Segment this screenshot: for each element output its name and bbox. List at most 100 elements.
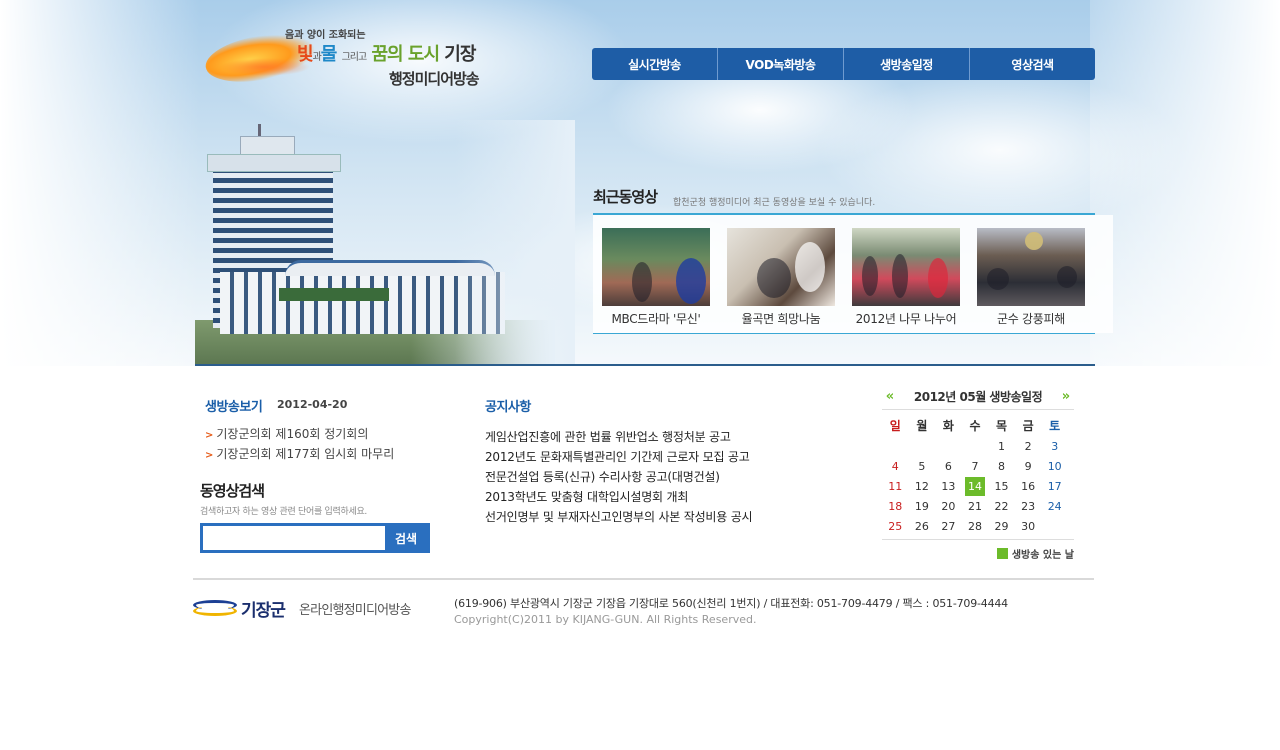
calendar-day[interactable]: 25: [882, 516, 909, 536]
top-navigation: 실시간방송 VOD녹화방송 생방송일정 영상검색: [592, 48, 1095, 80]
nav-vod-broadcast[interactable]: VOD녹화방송: [718, 48, 844, 80]
logo-subtitle: 행정미디어방송: [389, 70, 480, 88]
divider: [593, 333, 1095, 334]
calendar-day[interactable]: 4: [882, 456, 909, 476]
nav-live-schedule[interactable]: 생방송일정: [844, 48, 970, 80]
footer-logo: 기장군 온라인행정미디어방송: [193, 596, 433, 622]
calendar-day[interactable]: 2: [1015, 436, 1042, 456]
calendar-day[interactable]: 24: [1041, 496, 1068, 516]
calendar-day[interactable]: 5: [909, 456, 936, 476]
video-caption[interactable]: MBC드라마 '무신': [602, 310, 710, 327]
thumbnail-figure: [987, 268, 1009, 290]
emblem-stroke: [193, 606, 237, 616]
calendar-day[interactable]: 30: [1015, 516, 1042, 536]
calendar-day[interactable]: 7: [962, 456, 989, 476]
thumbnail-figure: [1057, 266, 1077, 288]
notice-section: 공지사항 게임산업진흥에 관한 법률 위반업소 행정처분 공고 2012년도 문…: [485, 396, 845, 527]
weekday-label: 수: [969, 418, 981, 433]
calendar-week-row: 123: [882, 436, 1068, 456]
weekday-label: 화: [942, 418, 954, 433]
logo-title-part: 과: [312, 52, 322, 63]
footer-logo-subtitle: 온라인행정미디어방송: [299, 603, 411, 618]
calendar-day[interactable]: 23: [1015, 496, 1042, 516]
video-thumbnail[interactable]: MBC드라마 '무신': [602, 228, 710, 327]
calendar-day[interactable]: 27: [935, 516, 962, 536]
list-item[interactable]: > 기장군의회 제177회 임시회 마무리: [205, 445, 465, 465]
video-thumbnail-image[interactable]: [852, 228, 960, 306]
video-caption[interactable]: 2012년 나무 나누어: [852, 310, 960, 327]
calendar-day: [1041, 516, 1068, 536]
calendar-day[interactable]: 15: [988, 476, 1015, 496]
calendar-day: [962, 436, 989, 456]
calendar-day[interactable]: 11: [882, 476, 909, 496]
broadcast-calendar: « 2012년 05월 생방송일정 » 일 월 화 수 목 금 토 123456…: [882, 386, 1074, 561]
site-logo[interactable]: 음과 양이 조화되는 빛과물 그리고 꿈의 도시 기장 행정미디어방송: [202, 24, 495, 94]
thumbnail-figure: [676, 258, 706, 304]
notice-item[interactable]: 게임산업진흥에 관한 법률 위반업소 행정처분 공고: [485, 427, 845, 447]
thumbnail-figure: [1025, 232, 1043, 250]
live-broadcast-date: 2012-04-20: [277, 398, 348, 411]
thumbnail-figure: [928, 258, 948, 298]
live-broadcast-list: > 기장군의회 제160회 정기회의 > 기장군의회 제177회 임시회 마무리: [205, 425, 465, 465]
logo-title-part: 기장: [444, 44, 476, 65]
calendar-day[interactable]: 16: [1015, 476, 1042, 496]
notice-item[interactable]: 선거인명부 및 부재자신고인명부의 사본 작성비용 공시: [485, 507, 845, 527]
calendar-day[interactable]: 3: [1041, 436, 1068, 456]
calendar-day[interactable]: 20: [935, 496, 962, 516]
video-caption[interactable]: 군수 강풍피해: [977, 310, 1085, 327]
list-item-label: 기장군의회 제177회 임시회 마무리: [216, 447, 395, 461]
calendar-body: 1 2 3 4 5 6 7 8 9 10 11 12 13 14 15 16 17 18 19 20 21 22 23 24 2…: [882, 436, 1068, 536]
notice-item[interactable]: 2012년도 문화재특별관리인 기간제 근로자 모집 공고: [485, 447, 845, 467]
video-thumbnail-image[interactable]: [602, 228, 710, 306]
calendar-day[interactable]: 19: [909, 496, 936, 516]
logo-title-part: 꿈의 도시: [371, 44, 441, 65]
hero-banner: 음과 양이 조화되는 빛과물 그리고 꿈의 도시 기장 행정미디어방송 실시간방…: [0, 0, 1280, 366]
legend-swatch-icon: [996, 548, 1008, 559]
calendar-day[interactable]: 12: [909, 476, 936, 496]
nav-live-broadcast[interactable]: 실시간방송: [592, 48, 718, 80]
video-caption[interactable]: 율곡면 희망나눔: [727, 310, 835, 327]
calendar-day[interactable]: 22: [988, 496, 1015, 516]
video-thumbnail[interactable]: 군수 강풍피해: [977, 228, 1085, 327]
weekday-label: 금: [1022, 418, 1034, 433]
nav-video-search[interactable]: 영상검색: [970, 48, 1095, 80]
calendar-day[interactable]: 29: [988, 516, 1015, 536]
calendar-day[interactable]: 13: [935, 476, 962, 496]
building-fade: [455, 120, 575, 366]
calendar-week-row: 4 5 6 7 8 9 10: [882, 456, 1068, 476]
weekday-label: 목: [996, 418, 1008, 433]
video-thumbnail[interactable]: 율곡면 희망나눔: [727, 228, 835, 327]
search-button[interactable]: 검색: [385, 526, 427, 550]
divider: [882, 409, 1074, 410]
video-thumbnail-image[interactable]: [977, 228, 1085, 306]
notice-item[interactable]: 전문건설업 등록(신규) 수리사항 공고(대명건설): [485, 467, 845, 487]
calendar-day[interactable]: 10: [1041, 456, 1068, 476]
recent-videos-description: 합천군청 행정미디어 최근 동영상을 보실 수 있습니다.: [673, 198, 876, 208]
calendar-day[interactable]: 14: [962, 476, 989, 496]
video-thumbnail[interactable]: 2012년 나무 나누어: [852, 228, 960, 327]
calendar-day[interactable]: 6: [935, 456, 962, 476]
divider: [882, 539, 1074, 540]
notice-item[interactable]: 2013학년도 맞춤형 대학입시설명회 개최: [485, 487, 845, 507]
list-item[interactable]: > 기장군의회 제160회 정기회의: [205, 425, 465, 445]
calendar-day[interactable]: 1: [988, 436, 1015, 456]
calendar-day[interactable]: 17: [1041, 476, 1068, 496]
building-sign: [279, 288, 389, 301]
footer-logo-name: 기장군: [241, 601, 286, 621]
search-input[interactable]: [203, 526, 385, 550]
calendar-day[interactable]: 18: [882, 496, 909, 516]
prev-month-icon[interactable]: «: [882, 389, 898, 404]
calendar-day[interactable]: 9: [1015, 456, 1042, 476]
calendar-day: [935, 436, 962, 456]
calendar-day[interactable]: 21: [962, 496, 989, 516]
weekday-label: 월: [916, 418, 928, 433]
thumbnail-figure: [757, 258, 791, 298]
thumbnail-figure: [892, 254, 908, 298]
video-thumbnail-image[interactable]: [727, 228, 835, 306]
search-box: 검색: [200, 523, 430, 553]
calendar-day[interactable]: 28: [962, 516, 989, 536]
calendar-day[interactable]: 8: [988, 456, 1015, 476]
next-month-icon[interactable]: »: [1058, 389, 1074, 404]
live-day-marker[interactable]: 14: [964, 476, 985, 496]
calendar-day[interactable]: 26: [909, 516, 936, 536]
